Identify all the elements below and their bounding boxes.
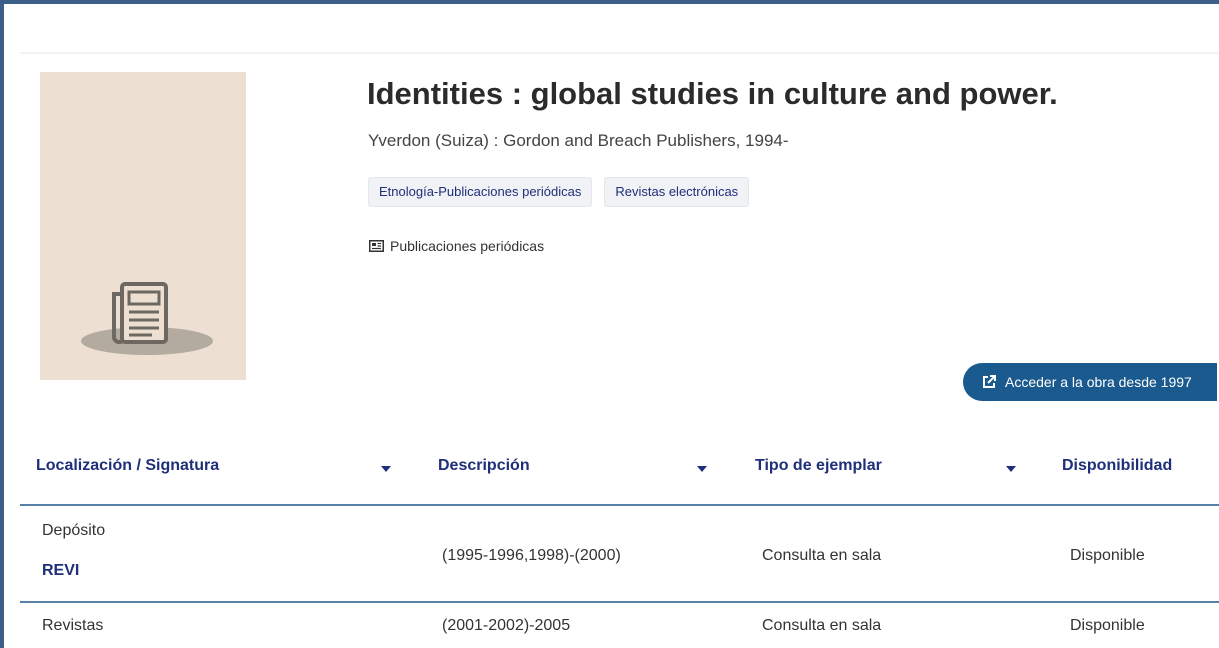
material-type-label: Publicaciones periódicas bbox=[390, 238, 545, 254]
newspaper-icon bbox=[369, 240, 384, 252]
row-item-type: Consulta en sala bbox=[762, 547, 882, 564]
subject-tags: Etnología-Publicaciones periódicas Revis… bbox=[368, 177, 750, 207]
record-publisher: Yverdon (Suiza) : Gordon and Breach Publ… bbox=[368, 131, 789, 150]
window-frame-left bbox=[0, 0, 4, 648]
newspaper-icon bbox=[112, 282, 168, 344]
row-location: Depósito bbox=[42, 522, 106, 539]
access-work-button[interactable]: Acceder a la obra desde 1997 bbox=[963, 363, 1217, 401]
window-frame-top bbox=[0, 0, 1219, 4]
external-link-icon bbox=[983, 375, 996, 388]
access-work-label: Acceder a la obra desde 1997 bbox=[1005, 374, 1192, 390]
record-title: Identities : global studies in culture a… bbox=[367, 76, 1058, 111]
row-description: (1995-1996,1998)-(2000) bbox=[442, 547, 621, 564]
material-type: Publicaciones periódicas bbox=[369, 238, 544, 254]
column-header-item-type[interactable]: Tipo de ejemplar bbox=[755, 457, 882, 475]
top-divider bbox=[20, 52, 1219, 54]
column-header-availability: Disponibilidad bbox=[1062, 457, 1173, 474]
row-availability: Disponible bbox=[1070, 547, 1145, 564]
row-signature-link[interactable]: REVI bbox=[42, 562, 79, 580]
tag-revistas-electronicas[interactable]: Revistas electrónicas bbox=[604, 177, 750, 207]
table-header-divider bbox=[20, 504, 1219, 506]
row-availability: Disponible bbox=[1070, 617, 1145, 634]
holdings-table-header: Localización / Signatura Descripción Tip… bbox=[20, 444, 1219, 504]
sort-caret-location-icon[interactable] bbox=[381, 466, 391, 472]
column-header-description[interactable]: Descripción bbox=[438, 457, 530, 475]
row-location: Revistas bbox=[42, 617, 104, 634]
table-row-divider bbox=[20, 601, 1219, 603]
sort-caret-description-icon[interactable] bbox=[697, 466, 707, 472]
column-header-location[interactable]: Localización / Signatura bbox=[36, 457, 219, 475]
tag-etnologia[interactable]: Etnología-Publicaciones periódicas bbox=[368, 177, 593, 207]
row-description: (2001-2002)-2005 bbox=[442, 617, 571, 634]
row-item-type: Consulta en sala bbox=[762, 617, 882, 634]
sort-caret-item-type-icon[interactable] bbox=[1006, 466, 1016, 472]
